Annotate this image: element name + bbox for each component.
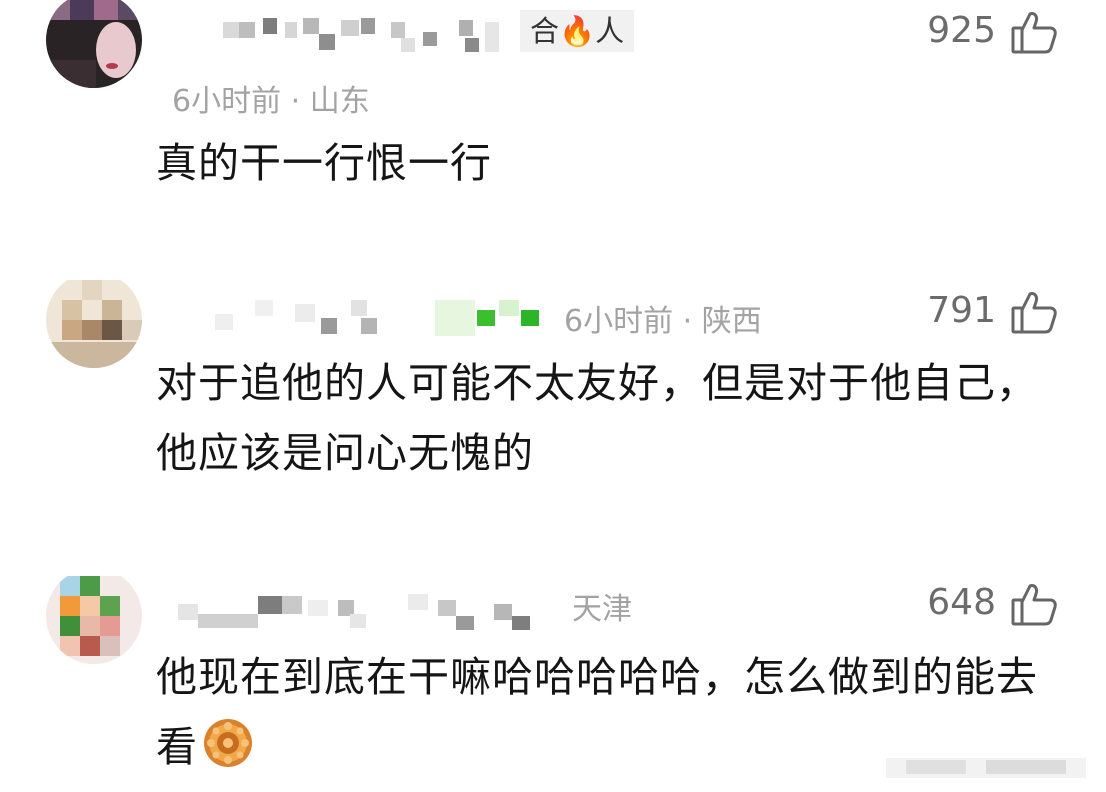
like-count: 648 xyxy=(927,582,996,623)
comment-time-location: 6小时前 · 山东 xyxy=(172,84,370,119)
username-mosaic xyxy=(215,14,515,62)
comment-text: 对于追他的人可能不太友好，但是对于他自己，他应该是问心无愧的 xyxy=(156,359,1038,477)
like-count: 925 xyxy=(927,10,996,51)
comment-item: 合🔥人 6小时前 · 山东 925 真的干一行恨一行 xyxy=(0,0,1106,230)
comment-time-location: 6小时前 · 陕西 xyxy=(564,304,762,339)
avatar[interactable] xyxy=(46,576,142,672)
username-mosaic xyxy=(178,584,558,638)
like-count: 791 xyxy=(927,290,996,331)
comment-item: 6小时前 · 陕西 791 对于追他的人可能不太友好，但是对于他自己，他应该是问… xyxy=(0,270,1106,510)
mooncake-emoji-icon xyxy=(202,717,254,769)
avatar[interactable] xyxy=(46,280,142,376)
thumbs-up-icon[interactable] xyxy=(1010,8,1058,56)
thumbs-up-icon[interactable] xyxy=(1010,288,1058,336)
fan-badge: 合🔥人 xyxy=(520,10,635,52)
avatar[interactable] xyxy=(46,0,142,96)
watermark xyxy=(886,754,1086,780)
comment-location: 天津 xyxy=(572,592,632,627)
username-mosaic xyxy=(215,294,555,348)
comment-text: 真的干一行恨一行 xyxy=(156,139,492,187)
thumbs-up-icon[interactable] xyxy=(1010,580,1058,628)
